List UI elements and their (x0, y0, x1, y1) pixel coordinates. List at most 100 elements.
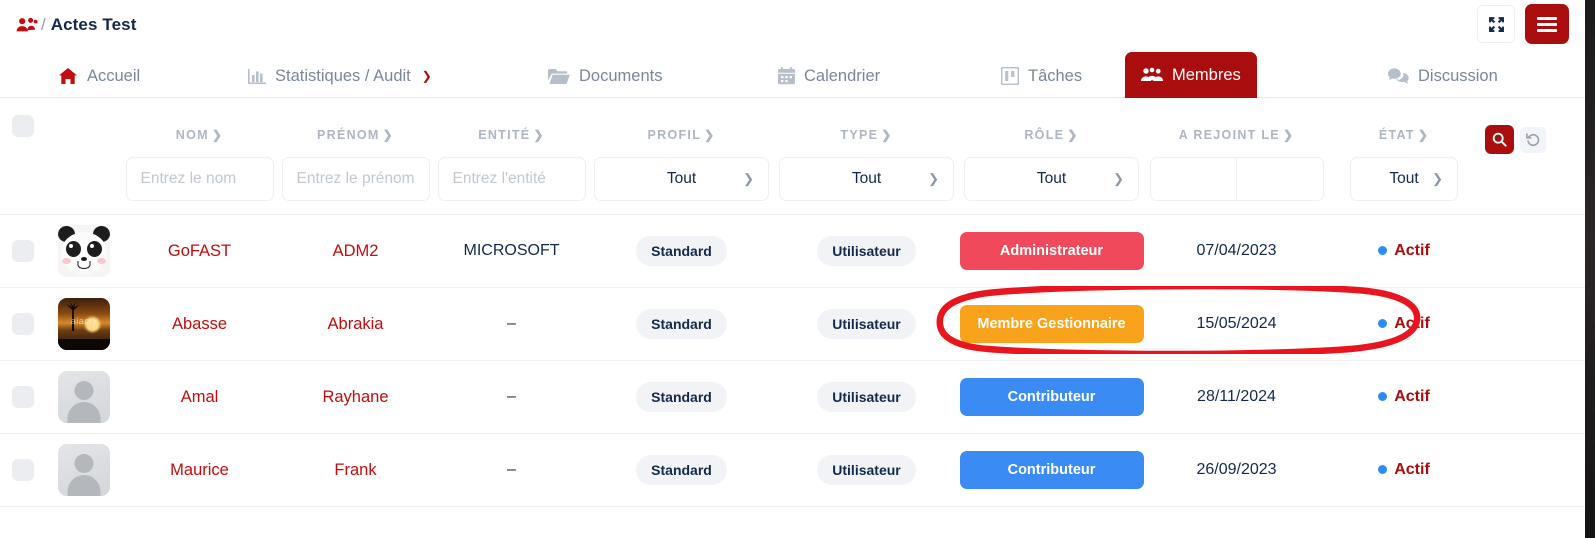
tab-membres[interactable]: Membres (1125, 52, 1257, 98)
tab-label: Documents (579, 66, 663, 85)
scrollbar-thumb[interactable] (1585, 0, 1595, 538)
role-badge[interactable]: Membre Gestionnaire (959, 305, 1144, 343)
cell-nom[interactable]: Amal (181, 388, 219, 406)
row-checkbox[interactable] (12, 459, 34, 481)
row-checkbox[interactable] (12, 313, 34, 335)
status-badge: Actif (1378, 242, 1430, 260)
tab-accueil[interactable]: Accueil (42, 54, 156, 98)
column-header-type[interactable]: TYPE ❯ (774, 98, 959, 144)
chevron-down-icon: ❯ (1282, 128, 1295, 142)
selected-value: Tout (1389, 170, 1419, 187)
column-label: RÔLE (1024, 128, 1065, 142)
filter-date-from-input[interactable] (1150, 158, 1236, 200)
row-avatar-cell: alamy (46, 298, 122, 350)
top-bar-actions (1477, 4, 1569, 44)
cell-profil: Standard (636, 382, 727, 412)
role-badge[interactable]: Administrateur (959, 232, 1144, 270)
filter-entite-input[interactable] (437, 157, 586, 201)
row-select-cell (0, 313, 46, 335)
chevron-down-icon: ❯ (881, 128, 893, 142)
status-badge: Actif (1378, 461, 1430, 479)
cell-prenom[interactable]: Rayhane (322, 388, 388, 406)
role-badge[interactable]: Contributeur (959, 378, 1144, 416)
tab-statistiques-audit[interactable]: Statistiques / Audit ❯ (232, 54, 448, 98)
row-select-cell (0, 386, 46, 408)
tab-taches[interactable]: Tâches (985, 54, 1098, 98)
status-label: Actif (1394, 387, 1430, 405)
table-row[interactable]: alamy Abasse Abrakia – Standard Utilisat… (0, 288, 1585, 361)
column-header-prenom[interactable]: PRÉNOM ❯ (277, 98, 434, 144)
table-row[interactable]: GoFAST ADM2 MICROSOFT Standard Utilisate… (0, 215, 1585, 288)
default-person-avatar (58, 371, 110, 423)
column-header-entite[interactable]: ENTITÉ ❯ (434, 98, 589, 144)
cell-nom[interactable]: GoFAST (168, 242, 231, 260)
filter-date-range (1149, 157, 1324, 201)
role-badge[interactable]: Contributeur (959, 451, 1144, 489)
column-label: PROFIL (647, 128, 702, 142)
tab-documents[interactable]: Documents (532, 54, 678, 98)
table-row[interactable]: Maurice Frank – Standard Utilisateur Con… (0, 434, 1585, 507)
cell-entite: – (507, 388, 516, 405)
users-icon (16, 17, 38, 33)
filter-etat-select[interactable]: Tout ❯ (1350, 157, 1458, 201)
tab-label: Membres (1172, 65, 1241, 84)
hamburger-menu-icon (1537, 16, 1557, 32)
members-table: NOM❯ PRÉNOM❯ ENTITÉ❯ (0, 98, 1585, 507)
cell-profil: Standard (636, 309, 727, 339)
cell-nom[interactable]: Maurice (170, 461, 229, 479)
column-header-etat[interactable]: ÉTAT ❯ (1329, 98, 1479, 144)
column-header-profil[interactable]: PROFIL ❯ (589, 98, 774, 144)
cell-prenom[interactable]: Frank (334, 461, 376, 479)
cell-rejoint-le: 15/05/2024 (1196, 315, 1277, 332)
chevron-down-icon: ❯ (1067, 128, 1079, 142)
row-checkbox[interactable] (12, 386, 34, 408)
column-prenom: PRÉNOM ❯ (277, 98, 434, 201)
fullscreen-button[interactable] (1477, 5, 1515, 43)
cell-entite: – (507, 461, 516, 478)
column-header-rejoint-le[interactable]: A REJOINT LE ❯ (1144, 98, 1329, 144)
row-checkbox[interactable] (12, 240, 34, 262)
search-button[interactable] (1485, 125, 1514, 154)
table-row[interactable]: Amal Rayhane – Standard Utilisateur Cont… (0, 361, 1585, 434)
cell-prenom[interactable]: ADM2 (333, 242, 379, 260)
select-all-checkbox[interactable] (12, 115, 34, 137)
column-header-nom[interactable]: NOM ❯ (122, 98, 277, 144)
row-avatar-cell (46, 444, 122, 496)
hamburger-menu-button[interactable] (1525, 4, 1569, 44)
cell-type: Utilisateur (817, 309, 916, 339)
chevron-down-icon: ❯ (1417, 128, 1430, 142)
column-label: NOM (175, 128, 209, 142)
select-all-cell (0, 98, 46, 137)
row-select-cell (0, 240, 46, 262)
main-navigation: Accueil Statistiques / Audit ❯ Documents… (0, 50, 1585, 98)
column-header-role[interactable]: RÔLE ❯ (959, 98, 1144, 144)
cell-type: Utilisateur (817, 236, 916, 266)
status-label: Actif (1394, 314, 1430, 332)
expand-arrows-icon (1488, 16, 1504, 32)
folder-icon (548, 68, 570, 85)
cell-prenom[interactable]: Abrakia (328, 315, 384, 333)
reset-filters-button[interactable] (1520, 126, 1546, 153)
filter-role-select[interactable]: Tout ❯ (964, 157, 1139, 201)
selected-value: Tout (666, 170, 697, 187)
cell-nom[interactable]: Abasse (172, 315, 227, 333)
column-label: ENTITÉ (478, 128, 531, 142)
tab-calendrier[interactable]: Calendrier (762, 54, 896, 98)
status-badge: Actif (1378, 315, 1430, 333)
filter-profil-select[interactable]: Tout ❯ (594, 157, 769, 201)
members-icon (1141, 67, 1163, 83)
panda-avatar (58, 225, 110, 277)
filter-nom-input[interactable] (125, 157, 274, 201)
tab-discussion[interactable]: Discussion (1372, 54, 1514, 98)
filter-type-select[interactable]: Tout ❯ (779, 157, 954, 201)
column-label: TYPE (840, 128, 879, 142)
chat-bubbles-icon (1388, 67, 1409, 85)
status-dot-icon (1378, 319, 1388, 329)
breadcrumb-separator: / (41, 15, 46, 34)
chevron-down-icon: ❯ (1113, 171, 1124, 186)
chevron-down-icon: ❯ (382, 128, 395, 142)
filter-actions-cell (1479, 98, 1585, 154)
filter-date-to-input[interactable] (1237, 158, 1323, 200)
row-select-cell (0, 459, 46, 481)
filter-prenom-input[interactable] (281, 157, 430, 201)
